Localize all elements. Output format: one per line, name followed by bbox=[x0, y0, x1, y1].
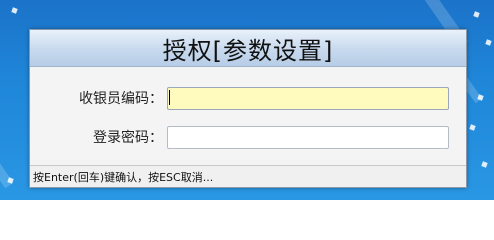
password-row: 登录密码： bbox=[30, 124, 466, 150]
wallpaper-sparkle bbox=[473, 11, 480, 18]
status-hint: 按Enter(回车)键确认，按ESC取消... bbox=[33, 170, 214, 184]
cashier-code-input[interactable] bbox=[167, 86, 449, 110]
authorization-dialog: 授权[参数设置] 收银员编码： 登录密码： 按Enter(回车)键确认，按ESC… bbox=[29, 29, 467, 188]
dialog-body: 收银员编码： 登录密码： bbox=[30, 67, 466, 159]
desktop-background: 授权[参数设置] 收银员编码： 登录密码： 按Enter(回车)键确认，按ESC… bbox=[0, 0, 494, 200]
wallpaper-sparkle bbox=[481, 161, 488, 168]
text-cursor bbox=[169, 90, 170, 105]
cashier-code-row: 收银员编码： bbox=[30, 85, 466, 111]
dialog-header: 授权[参数设置] bbox=[30, 30, 466, 67]
wallpaper-sparkle bbox=[11, 7, 18, 14]
wallpaper-sparkle bbox=[469, 124, 476, 131]
dialog-title: 授权[参数设置] bbox=[162, 36, 334, 65]
wallpaper-sparkle bbox=[485, 39, 492, 46]
password-input[interactable] bbox=[167, 125, 449, 149]
status-bar: 按Enter(回车)键确认，按ESC取消... bbox=[30, 165, 466, 187]
password-label: 登录密码： bbox=[93, 130, 163, 146]
cashier-code-label: 收银员编码： bbox=[79, 91, 163, 107]
